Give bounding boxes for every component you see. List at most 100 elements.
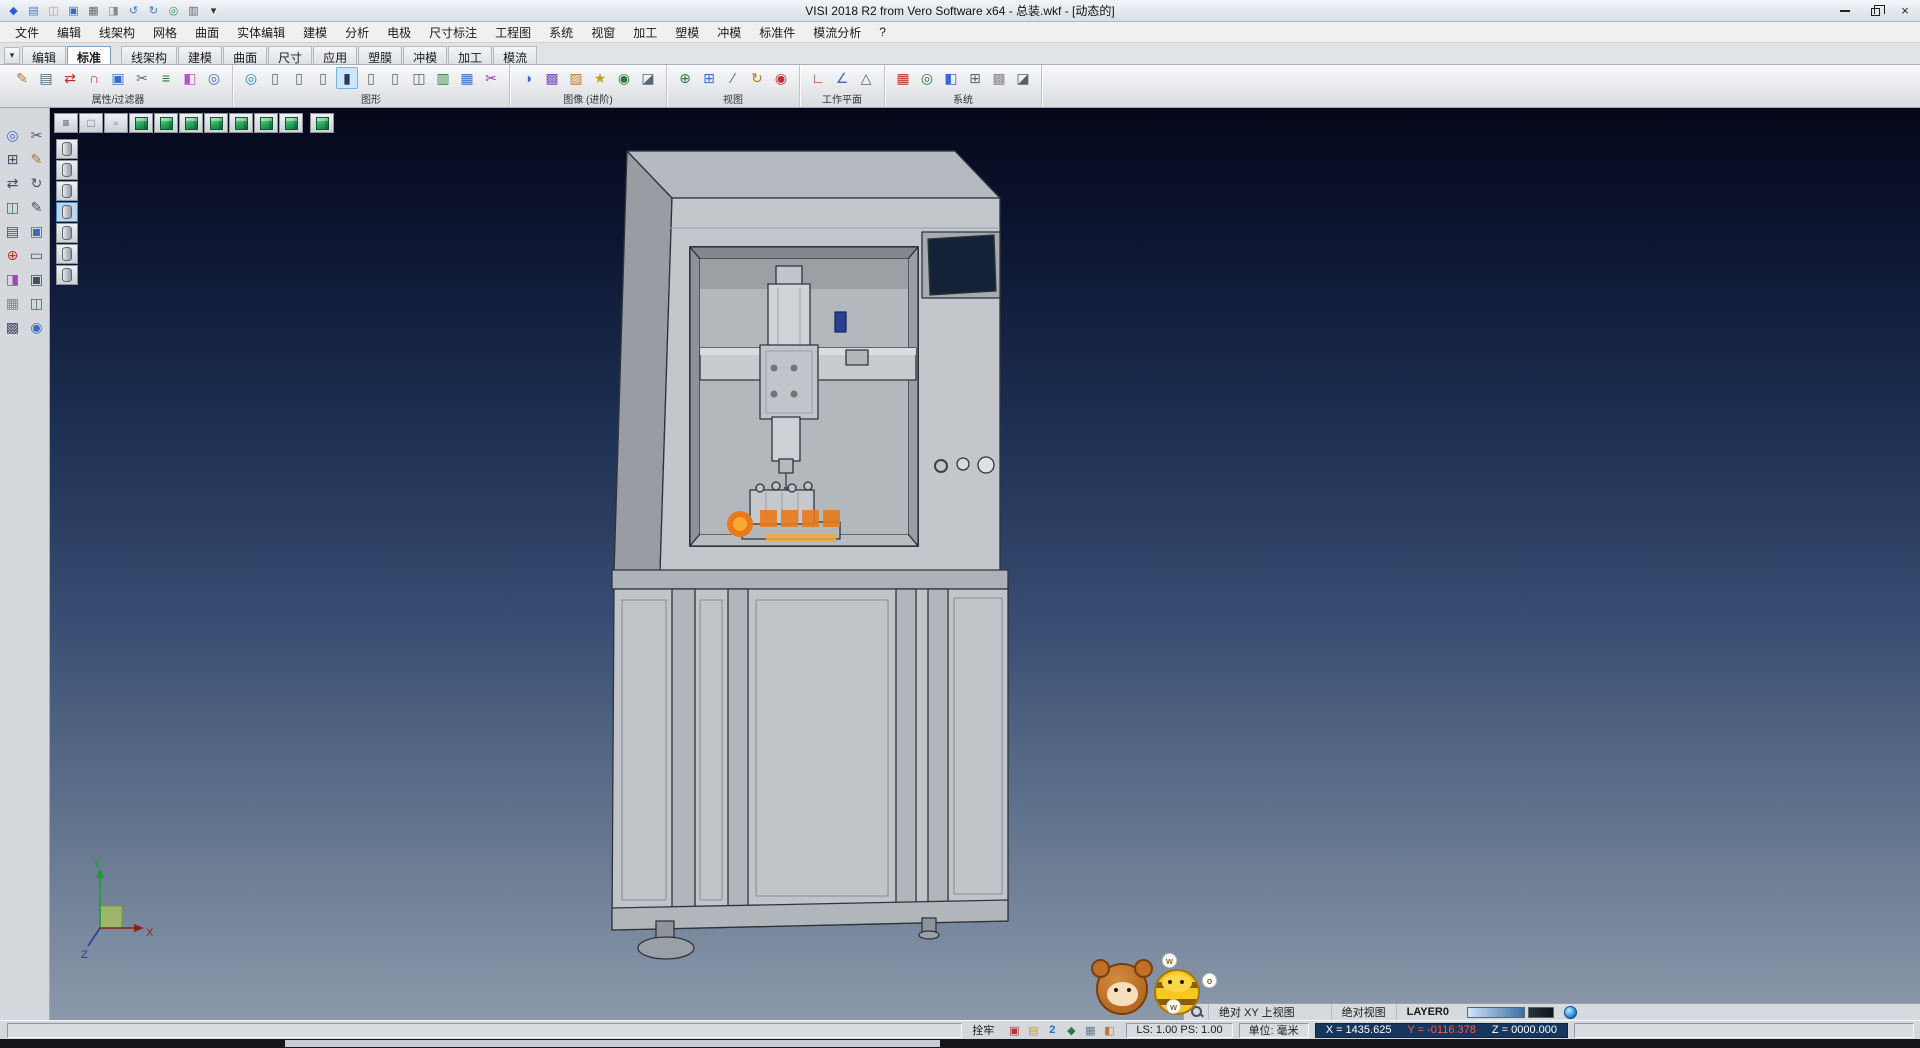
menu-item-file[interactable]: 文件	[6, 22, 48, 43]
view-blank-button[interactable]: □	[79, 113, 103, 133]
menu-item-die[interactable]: 冲模	[708, 22, 750, 43]
translate-entity-icon[interactable]: ⇄	[2, 172, 24, 194]
edit-properties-icon[interactable]: ✎	[11, 67, 33, 89]
filter-layer-icon[interactable]: ≡	[155, 67, 177, 89]
tab-surface[interactable]: 曲面	[223, 46, 267, 64]
absolute-view-label[interactable]: 绝对视图	[1331, 1004, 1396, 1020]
previous-view-icon[interactable]: ◉	[770, 67, 792, 89]
render-texture-icon[interactable]: ▨	[565, 67, 587, 89]
rotate-entity-icon[interactable]: ↻	[26, 172, 48, 194]
render-material-icon[interactable]: ▩	[541, 67, 563, 89]
menu-item-standard-parts[interactable]: 标准件	[750, 22, 804, 43]
zoom-dynamic-icon[interactable]: ∕	[722, 67, 744, 89]
render-shaded-icon[interactable]: ◑	[517, 67, 539, 89]
view-iso-bottom-button[interactable]	[279, 113, 303, 133]
fill-paint-icon[interactable]: ◨	[2, 268, 24, 290]
color-palette-icon[interactable]: ▦	[2, 292, 24, 314]
view-dynamic-button[interactable]	[310, 113, 334, 133]
erase-entities-icon[interactable]: ✂	[131, 67, 153, 89]
app-logo-icon[interactable]: ◆	[4, 2, 23, 19]
tab-die[interactable]: 冲模	[403, 46, 447, 64]
menu-item-mesh[interactable]: 网格	[144, 22, 186, 43]
view-back-button[interactable]	[254, 113, 278, 133]
snap-lock-label[interactable]: 拴牢	[966, 1022, 1000, 1038]
status-shield-icon[interactable]: ◆	[1063, 1023, 1079, 1038]
menu-item-help[interactable]: ?	[870, 23, 895, 41]
view-mini-button[interactable]: ▫	[104, 113, 128, 133]
machine-model[interactable]	[50, 108, 1920, 1020]
measure-ruler-icon[interactable]: ▭	[26, 244, 48, 266]
display-clip-icon[interactable]: ✂	[480, 67, 502, 89]
plot-preview-icon[interactable]: ◨	[104, 2, 123, 19]
display-mode-3-button[interactable]	[56, 181, 78, 201]
display-mode-7-button[interactable]	[56, 265, 78, 285]
render-section-icon[interactable]: ◪	[637, 67, 659, 89]
world-view-icon[interactable]: ◎	[164, 2, 183, 19]
save-file-icon[interactable]: ▣	[64, 2, 83, 19]
modify-curve-icon[interactable]: ✎	[26, 196, 48, 218]
view-front-button[interactable]	[154, 113, 178, 133]
print-icon[interactable]: ▦	[84, 2, 103, 19]
restore-button[interactable]	[1860, 0, 1890, 21]
viewport-3d[interactable]: Y X Z ≡□▫	[50, 108, 1920, 1020]
view-left-button[interactable]	[229, 113, 253, 133]
rotate-view-icon[interactable]: ↻	[746, 67, 768, 89]
wcs-origin-icon[interactable]: ⊕	[2, 244, 24, 266]
tab-wireframe[interactable]: 线架构	[121, 46, 177, 64]
menu-item-solid-edit[interactable]: 实体编辑	[228, 22, 294, 43]
display-shading-icon[interactable]: ▥	[432, 67, 454, 89]
zoom-fit-icon[interactable]: ⊕	[674, 67, 696, 89]
render-camera-icon[interactable]: ◉	[613, 67, 635, 89]
display-layers-icon[interactable]: ◫	[408, 67, 430, 89]
tab-standard[interactable]: 标准	[67, 46, 111, 64]
display-mode-5-button[interactable]	[56, 223, 78, 243]
copy-attributes-icon[interactable]: ▣	[107, 67, 129, 89]
workplane-view-icon[interactable]: △	[855, 67, 877, 89]
filter-color-icon[interactable]: ◧	[179, 67, 201, 89]
tab-flow[interactable]: 模流	[493, 46, 537, 64]
display-mode-2-button[interactable]	[56, 160, 78, 180]
info-query-icon[interactable]: ◉	[26, 316, 48, 338]
minimize-button[interactable]	[1830, 0, 1860, 21]
system-screen-icon[interactable]: ◧	[940, 67, 962, 89]
view-right-button[interactable]	[204, 113, 228, 133]
tab-dimension[interactable]: 尺寸	[268, 46, 312, 64]
tab-machining[interactable]: 加工	[448, 46, 492, 64]
open-file-icon[interactable]: ◫	[44, 2, 63, 19]
display-materials-icon[interactable]: ▦	[456, 67, 478, 89]
status-snap-icon[interactable]: ▣	[1006, 1023, 1022, 1038]
layer-color-swatch[interactable]	[1467, 1007, 1525, 1018]
menu-item-mold[interactable]: 塑模	[666, 22, 708, 43]
menu-item-edit[interactable]: 编辑	[48, 22, 90, 43]
workplane-align-icon[interactable]: ∠	[831, 67, 853, 89]
background-color-swatch[interactable]	[1528, 1007, 1554, 1018]
status-notes-icon[interactable]: ▤	[1025, 1023, 1041, 1038]
sketch-pencil-icon[interactable]: ✎	[26, 148, 48, 170]
note-tag-icon[interactable]: ▣	[26, 220, 48, 242]
globe-icon[interactable]	[1564, 1006, 1577, 1019]
export-part-icon[interactable]: ◫	[26, 292, 48, 314]
menu-item-flow-analysis[interactable]: 模流分析	[804, 22, 870, 43]
windows-taskbar[interactable]	[0, 1039, 1920, 1048]
filter-type-icon[interactable]: ◎	[203, 67, 225, 89]
wireframe-globe-icon[interactable]: ◎	[240, 67, 262, 89]
status-help-icon[interactable]: 2	[1044, 1023, 1060, 1038]
menu-item-machining[interactable]: 加工	[624, 22, 666, 43]
system-slope-icon[interactable]: ◪	[1012, 67, 1034, 89]
view-axonometric-button[interactable]	[129, 113, 153, 133]
tab-caret-icon[interactable]: ▾	[4, 47, 20, 64]
group-entities-icon[interactable]: ▩	[2, 316, 24, 338]
tab-application[interactable]: 应用	[313, 46, 357, 64]
render-lighting-icon[interactable]: ★	[589, 67, 611, 89]
menu-item-wireframe[interactable]: 线架构	[90, 22, 144, 43]
machine-base-cabinet[interactable]	[612, 570, 1008, 930]
quick-access-caret-icon[interactable]: ▾	[204, 2, 223, 19]
tab-molding[interactable]: 塑膜	[358, 46, 402, 64]
swap-filter-icon[interactable]: ⇄	[59, 67, 81, 89]
select-entity-icon[interactable]: ◎	[2, 124, 24, 146]
display-mode-4-button[interactable]	[56, 202, 78, 222]
menu-item-analysis[interactable]: 分析	[336, 22, 378, 43]
taskbar-app-segment[interactable]	[285, 1040, 940, 1047]
display-mode-2-icon[interactable]: ▯	[288, 67, 310, 89]
display-mode-5-icon[interactable]: ▯	[360, 67, 382, 89]
